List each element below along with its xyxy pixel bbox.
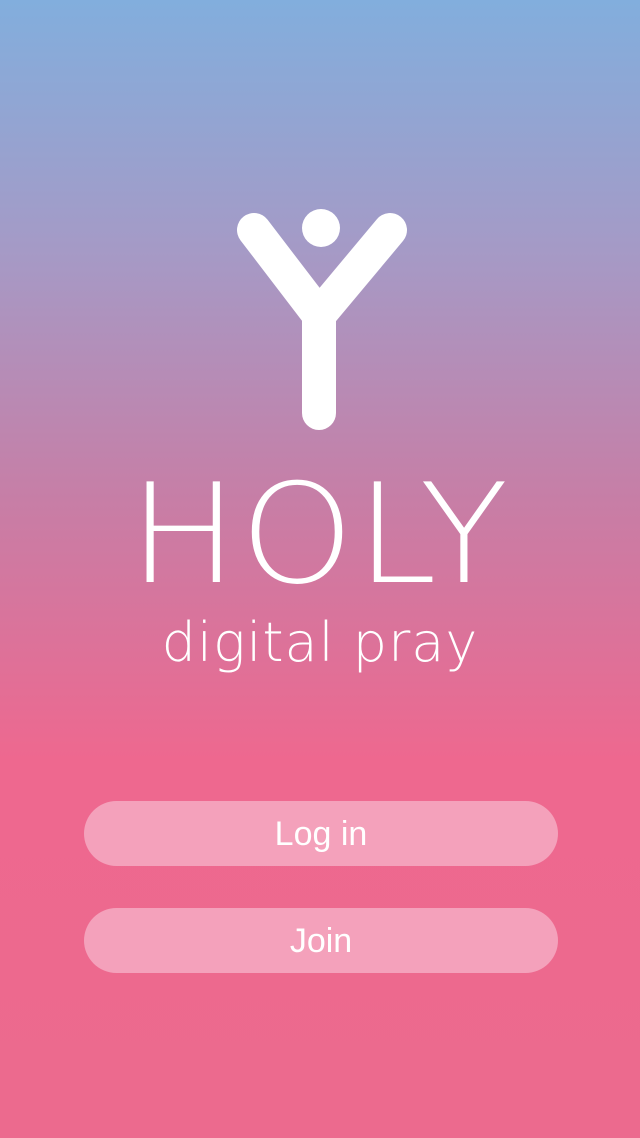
join-button[interactable]: Join — [84, 908, 558, 973]
login-button[interactable]: Log in — [84, 801, 558, 866]
app-tagline: digital pray — [161, 611, 479, 674]
welcome-screen: HOLY digital pray Log in Join — [0, 0, 640, 1138]
app-title: HOLY — [129, 454, 511, 615]
person-arms-raised-icon — [237, 209, 407, 430]
